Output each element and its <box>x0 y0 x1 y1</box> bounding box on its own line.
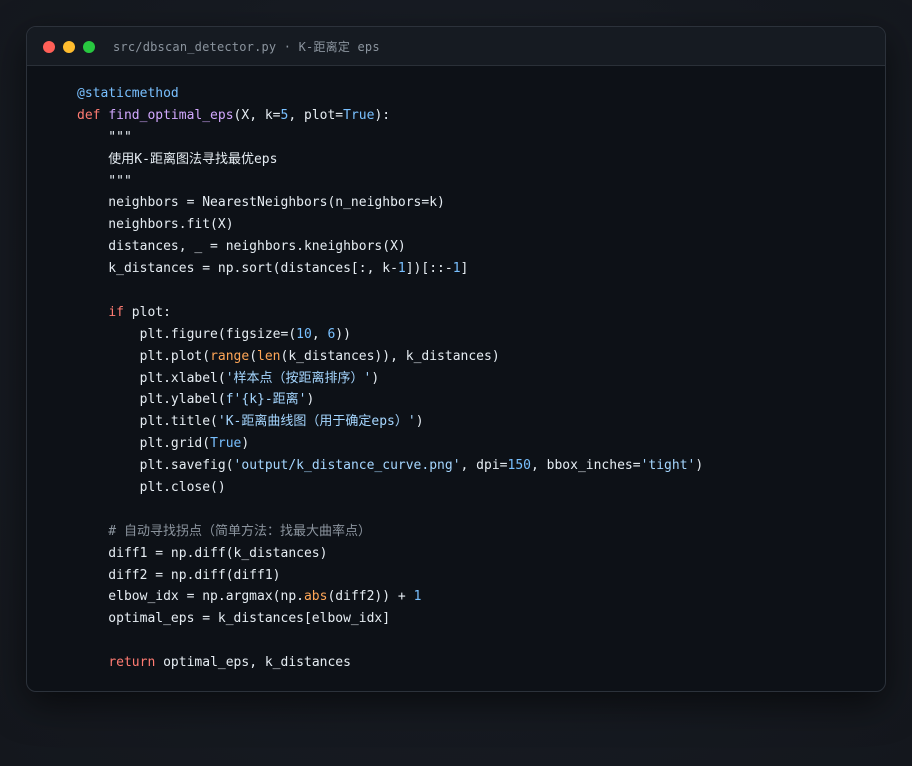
code-token: '样本点（按距离排序）' <box>225 370 372 386</box>
window-title: src/dbscan_detector.py · K-距离定 eps <box>113 40 380 54</box>
code-token: abs <box>303 589 328 605</box>
code-token: plot: <box>123 304 171 320</box>
code-token: neighbors.fit(X) <box>77 217 234 233</box>
code-token: plt.savefig( <box>77 458 234 474</box>
code-token: diff1 = np.diff(k_distances) <box>77 545 328 561</box>
minimize-window-button[interactable] <box>63 41 75 53</box>
code-line: if plot: <box>77 302 875 324</box>
code-line: plt.figure(figsize=(10, 6)) <box>77 324 875 346</box>
code-token: ) <box>241 436 250 452</box>
code-line: optimal_eps = k_distances[elbow_idx] <box>77 608 875 630</box>
code-token: 'K-距离曲线图（用于确定eps）' <box>217 414 416 430</box>
code-token: plt.plot( <box>77 348 211 364</box>
code-line: # 自动寻找拐点（简单方法：找最大曲率点） <box>77 521 875 543</box>
code-token: k_distances = np.sort(distances[:, k- <box>77 261 398 277</box>
code-token: ) <box>306 392 315 408</box>
code-token: find_optimal_eps <box>108 107 234 123</box>
code-line: plt.grid(True) <box>77 433 875 455</box>
code-token: diff2 = np.diff(diff1) <box>77 567 281 583</box>
code-token: return <box>108 655 156 671</box>
code-line: plt.title('K-距离曲线图（用于确定eps）') <box>77 411 875 433</box>
code-token: True <box>343 107 375 123</box>
code-token: neighbors = NearestNeighbors(n_neighbors… <box>77 195 445 211</box>
code-token: 1 <box>397 261 406 277</box>
code-line: def find_optimal_eps(X, k=5, plot=True): <box>77 105 875 127</box>
code-token: plt.figure(figsize=( <box>77 326 297 342</box>
code-token: , <box>311 326 328 342</box>
code-token: 'tight' <box>640 458 696 474</box>
code-token: elbow_idx = np.argmax(np. <box>77 589 304 605</box>
code-line: diff1 = np.diff(k_distances) <box>77 543 875 565</box>
code-token: (diff2)) + <box>327 589 414 605</box>
code-line: k_distances = np.sort(distances[:, k-1])… <box>77 258 875 280</box>
code-line: return optimal_eps, k_distances <box>77 652 875 674</box>
code-token: """ <box>77 173 132 189</box>
code-line: @staticmethod <box>77 83 875 105</box>
code-token: plt.title( <box>77 414 218 430</box>
code-token: optimal_eps = k_distances[elbow_idx] <box>77 611 391 627</box>
code-line: elbow_idx = np.argmax(np.abs(diff2)) + 1 <box>77 586 875 608</box>
code-token: ) <box>371 370 380 386</box>
code-line: diff2 = np.diff(diff1) <box>77 565 875 587</box>
code-token: 'output/k_distance_curve.png' <box>233 458 461 474</box>
code-window: src/dbscan_detector.py · K-距离定 eps @stat… <box>26 26 886 692</box>
code-token: 1 <box>413 589 422 605</box>
code-token: 10 <box>296 326 312 342</box>
code-token: plt.grid( <box>77 436 211 452</box>
code-token: distances, _ = neighbors.kneighbors(X) <box>77 239 406 255</box>
code-token: , dpi= <box>460 458 508 474</box>
code-token: def <box>77 107 109 123</box>
code-token: # 自动寻找拐点（简单方法：找最大曲率点） <box>77 523 371 539</box>
code-token: ): <box>374 107 391 123</box>
code-line: plt.close() <box>77 477 875 499</box>
code-token: ( <box>249 348 258 364</box>
code-line: 使用K-距离图法寻找最优eps <box>77 149 875 171</box>
code-token: ) <box>695 458 704 474</box>
code-token: plt.xlabel( <box>77 370 226 386</box>
code-token: True <box>210 436 242 452</box>
code-token: , plot= <box>288 107 344 123</box>
code-token: f'{k}-距离' <box>225 392 307 408</box>
close-window-button[interactable] <box>43 41 55 53</box>
code-token: range <box>210 348 250 364</box>
code-line: plt.xlabel('样本点（按距离排序）') <box>77 368 875 390</box>
code-line: distances, _ = neighbors.kneighbors(X) <box>77 236 875 258</box>
code-token: , bbox_inches= <box>530 458 641 474</box>
code-line: neighbors.fit(X) <box>77 214 875 236</box>
code-line: neighbors = NearestNeighbors(n_neighbors… <box>77 192 875 214</box>
code-token: optimal_eps, k_distances <box>155 655 351 671</box>
code-token: @staticmethod <box>77 86 179 101</box>
maximize-window-button[interactable] <box>83 41 95 53</box>
code-token: plt.ylabel( <box>77 392 226 408</box>
code-token: if <box>108 304 124 320</box>
code-line: """ <box>77 171 875 193</box>
code-token: """ <box>77 129 132 145</box>
code-token: 150 <box>507 458 531 474</box>
code-line: """ <box>77 127 875 149</box>
code-token: )) <box>335 326 351 342</box>
code-line: plt.ylabel(f'{k}-距离') <box>77 389 875 411</box>
title-bar: src/dbscan_detector.py · K-距离定 eps <box>27 27 885 66</box>
code-block: @staticmethod def find_optimal_eps(X, k=5… <box>77 83 875 674</box>
code-token: ])[::- <box>405 261 453 277</box>
code-token: ] <box>460 261 469 277</box>
code-token: plt.close() <box>77 480 226 496</box>
code-token: (X, k= <box>233 107 281 123</box>
code-token: 1 <box>452 261 461 277</box>
code-line: plt.savefig('output/k_distance_curve.png… <box>77 455 875 477</box>
code-token: 使用K-距离图法寻找最优eps <box>77 151 278 167</box>
code-token: (k_distances)), k_distances) <box>280 348 500 364</box>
code-token: len <box>257 348 281 364</box>
code-token: ) <box>415 414 424 430</box>
code-line: plt.plot(range(len(k_distances)), k_dist… <box>77 346 875 368</box>
